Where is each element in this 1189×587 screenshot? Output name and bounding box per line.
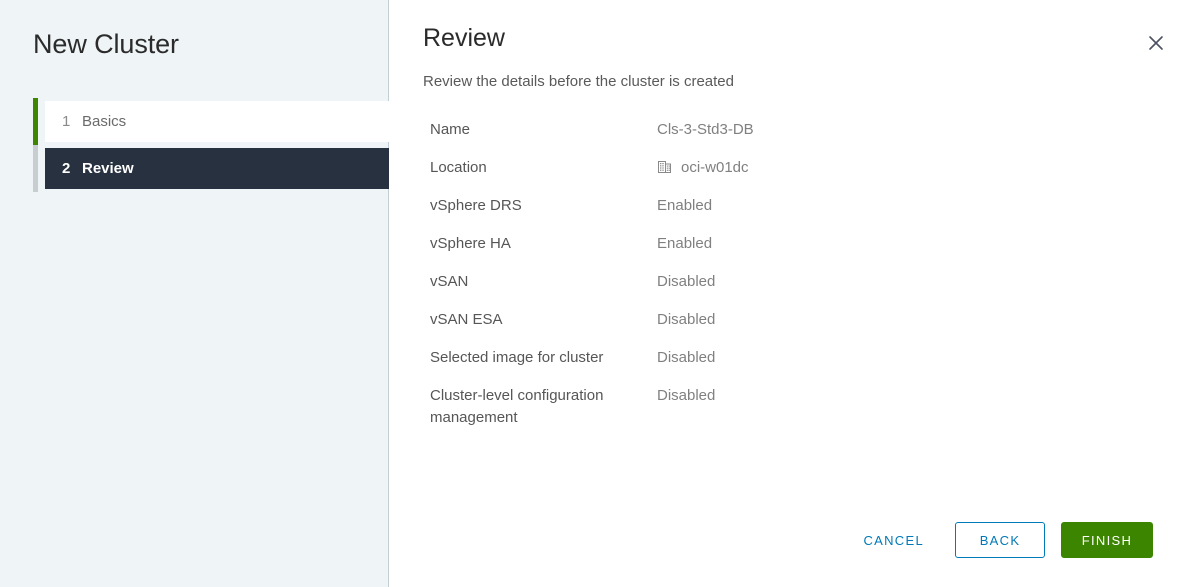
detail-value-text: Enabled	[657, 235, 713, 252]
close-icon[interactable]	[1141, 28, 1171, 58]
detail-label: vSAN	[430, 273, 469, 290]
step-basics-number: 1	[62, 113, 71, 130]
detail-value-text: Disabled	[657, 311, 716, 328]
step-basics-body: 1 Basics	[45, 101, 389, 142]
detail-value-text: Enabled	[657, 197, 713, 214]
detail-row-vsan: vSAN Disabled	[430, 271, 1070, 293]
detail-value: oci-w01dc	[657, 157, 1070, 179]
wizard-step-list: 1 Basics 2 Review	[0, 98, 389, 192]
detail-value-text: Disabled	[657, 349, 716, 366]
detail-value: Disabled	[657, 347, 1070, 369]
back-button[interactable]: BACK	[955, 522, 1045, 558]
detail-label: Cluster-level configuration management	[430, 387, 604, 426]
new-cluster-wizard: New Cluster 1 Basics 2 Review Review Rev…	[0, 0, 1189, 587]
detail-row-location: Location oci-w01dc	[430, 157, 1070, 179]
detail-value-text: Disabled	[657, 273, 716, 290]
step-review-body: 2 Review	[45, 148, 389, 189]
cancel-button[interactable]: CANCEL	[848, 523, 939, 557]
detail-value: Disabled	[657, 385, 1070, 407]
detail-value: Disabled	[657, 271, 1070, 293]
detail-row-vsan-esa: vSAN ESA Disabled	[430, 309, 1070, 331]
detail-label: Selected image for cluster	[430, 349, 604, 366]
detail-label: vSphere HA	[430, 235, 511, 252]
detail-label: vSphere DRS	[430, 197, 522, 214]
detail-value-text: Disabled	[657, 387, 716, 404]
detail-row-selected-image: Selected image for cluster Disabled	[430, 347, 1070, 369]
page-title: Review	[423, 24, 505, 52]
wizard-main-panel: Review Review the details before the clu…	[389, 0, 1189, 587]
detail-row-vsphere-ha: vSphere HA Enabled	[430, 233, 1070, 255]
detail-row-vsphere-drs: vSphere DRS Enabled	[430, 195, 1070, 217]
sidebar-step-review[interactable]: 2 Review	[0, 145, 389, 192]
detail-value: Disabled	[657, 309, 1070, 331]
finish-button[interactable]: FINISH	[1061, 522, 1153, 558]
review-details-list: Name Cls-3-Std3-DB Location oci-w01dc vS…	[430, 119, 1070, 429]
sidebar-step-basics[interactable]: 1 Basics	[0, 98, 389, 145]
detail-value: Enabled	[657, 233, 1070, 255]
detail-row-cluster-level-config: Cluster-level configuration management D…	[430, 385, 1070, 429]
page-subtitle: Review the details before the cluster is…	[423, 73, 734, 90]
datacenter-icon	[657, 159, 673, 175]
step-review-label: Review	[82, 160, 134, 177]
wizard-title: New Cluster	[33, 29, 179, 59]
detail-value: Enabled	[657, 195, 1070, 217]
detail-row-name: Name Cls-3-Std3-DB	[430, 119, 1070, 141]
step-review-number: 2	[62, 160, 71, 177]
detail-value: Cls-3-Std3-DB	[657, 119, 1070, 141]
detail-label: Location	[430, 159, 487, 176]
detail-value-text: Cls-3-Std3-DB	[657, 121, 754, 138]
detail-label: vSAN ESA	[430, 311, 503, 328]
wizard-footer: CANCEL BACK FINISH	[848, 522, 1153, 558]
detail-value-text: oci-w01dc	[681, 159, 749, 176]
step-basics-label: Basics	[82, 113, 127, 130]
wizard-sidebar: New Cluster 1 Basics 2 Review	[0, 0, 389, 587]
detail-label: Name	[430, 121, 471, 138]
